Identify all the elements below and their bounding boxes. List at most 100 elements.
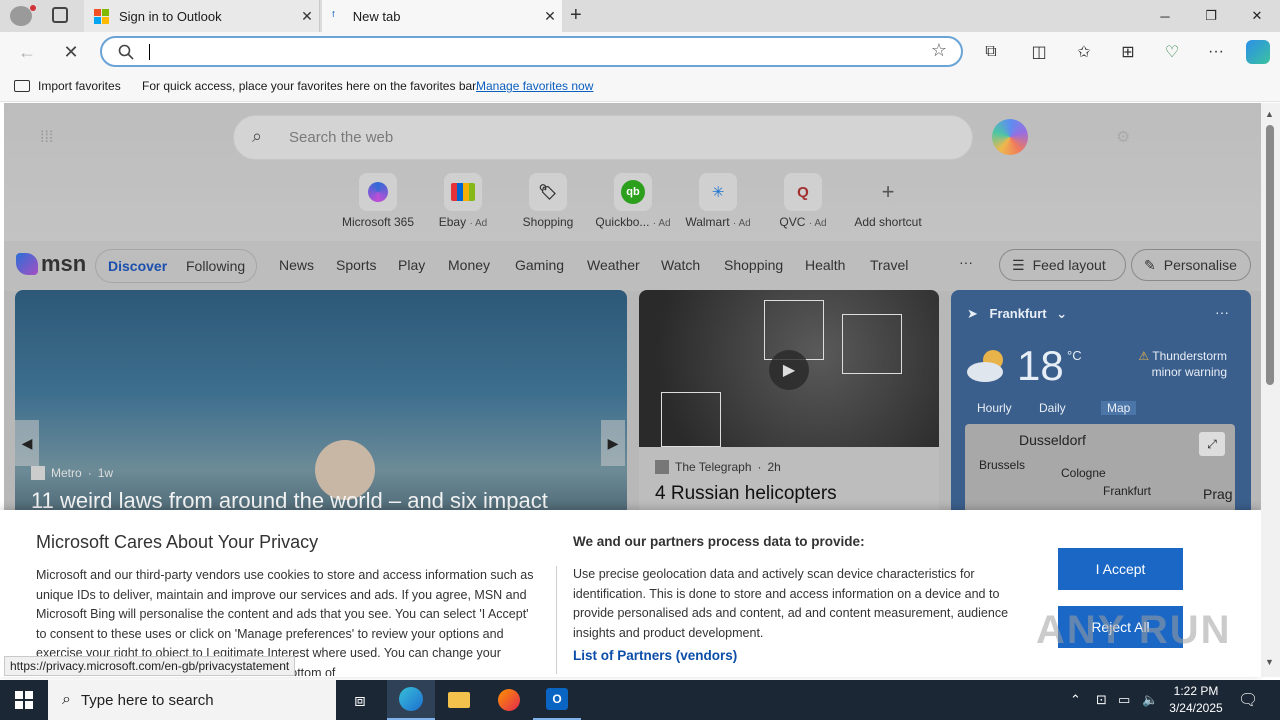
task-view-icon[interactable]: ⧈ (336, 680, 384, 720)
show-hidden-icons[interactable]: ⌃ (1070, 680, 1081, 720)
clock-time: 1:22 PM (1173, 684, 1219, 698)
start-button[interactable] (0, 680, 48, 720)
import-favorites-button[interactable]: Import favorites (14, 79, 121, 93)
warning-triangle-icon: ⚠ (1138, 349, 1150, 363)
firefox-icon[interactable] (485, 680, 533, 720)
nav-gaming[interactable]: Gaming (515, 257, 564, 273)
close-tab-icon[interactable]: ✕ (295, 8, 319, 25)
file-explorer-icon[interactable] (435, 680, 483, 720)
temperature-unit[interactable]: °C (1067, 348, 1082, 363)
status-url-tooltip: https://privacy.microsoft.com/en-gb/priv… (4, 656, 296, 676)
address-input[interactable] (148, 42, 908, 62)
carousel-prev-icon[interactable]: ◀ (15, 420, 39, 466)
nav-more-icon[interactable]: ··· (959, 254, 973, 270)
tab-hourly[interactable]: Hourly (977, 401, 1012, 415)
pill-following[interactable]: Following (186, 258, 245, 274)
pill-discover[interactable]: Discover (108, 258, 167, 274)
collections-icon[interactable]: ⊞ (1112, 38, 1144, 66)
weather-warning[interactable]: ⚠ Thunderstorm minor warning (1126, 348, 1241, 380)
msn-logo[interactable]: msn (16, 251, 86, 277)
quickbooks-icon: qb (614, 173, 652, 211)
network-tray-icon[interactable]: ⊡ (1096, 680, 1107, 720)
extensions-icon[interactable]: ⧉ (975, 38, 1007, 66)
nav-news[interactable]: News (279, 257, 314, 273)
shortcut-quickbooks[interactable]: qb Quickbo... · Ad (593, 173, 673, 229)
tab-daily[interactable]: Daily (1039, 401, 1066, 415)
close-window-button[interactable]: ✕ (1234, 0, 1280, 32)
accept-button[interactable]: I Accept (1058, 548, 1183, 590)
tab-outlook[interactable]: Sign in to Outlook ✕ (84, 0, 320, 32)
system-clock[interactable]: 1:22 PM 3/24/2025 (1160, 683, 1232, 717)
nav-sports[interactable]: Sports (336, 257, 376, 273)
play-icon[interactable]: ▶ (769, 350, 809, 390)
new-tab-plus-icon[interactable]: + (570, 4, 582, 27)
tab-strip: Sign in to Outlook ✕ ᶠ New tab ✕ + ─ ❐ ✕ (0, 0, 1280, 32)
metro-logo-icon (31, 466, 45, 480)
tab-new-tab[interactable]: ᶠ New tab ✕ (322, 0, 562, 32)
favorites-bar: Import favorites For quick access, place… (0, 72, 1280, 102)
personalise-button[interactable]: ✎ Personalise (1131, 249, 1251, 281)
shortcut-walmart[interactable]: ✳ Walmart · Ad (678, 173, 758, 229)
msn-butterfly-icon (16, 253, 38, 275)
network-icon[interactable]: ▭ (1118, 680, 1130, 720)
split-screen-icon[interactable]: ◫ (1023, 38, 1055, 66)
stop-loading-button[interactable]: ✕ (56, 38, 86, 66)
settings-gear-icon[interactable]: ⚙ (1116, 127, 1130, 147)
tab-actions-icon[interactable] (52, 7, 68, 23)
taskbar-search[interactable]: ⌕ Type here to search (48, 680, 336, 720)
weather-more-icon[interactable]: ··· (1215, 304, 1229, 320)
list-of-partners-link[interactable]: List of Partners (vendors) (573, 648, 737, 663)
address-bar[interactable]: ☆ (100, 36, 963, 67)
windows-taskbar: ⌕ Type here to search ⧈ O ⌃ ⊡ ▭ 🔈 1:22 P… (0, 680, 1280, 720)
browser-essentials-icon[interactable]: ♡ (1156, 38, 1188, 66)
copilot-icon[interactable] (1242, 38, 1274, 66)
feed-layout-button[interactable]: ☰ Feed layout (999, 249, 1126, 281)
article-source: Metro · 1w (31, 466, 113, 480)
back-button[interactable]: ← (12, 38, 42, 66)
shortcut-add[interactable]: + Add shortcut (848, 173, 928, 229)
profile-icon[interactable] (10, 6, 32, 26)
temperature: 18 (1017, 342, 1064, 389)
carousel-next-icon[interactable]: ▶ (601, 420, 625, 466)
volume-icon[interactable]: 🔈 (1142, 680, 1158, 720)
restore-button[interactable]: ❐ (1188, 0, 1234, 32)
tab-map[interactable]: Map (1101, 401, 1137, 415)
more-options-icon[interactable]: ··· (1200, 38, 1232, 66)
scroll-down-icon[interactable]: ▼ (1265, 657, 1274, 667)
shortcut-ebay[interactable]: Ebay · Ad (423, 173, 503, 229)
app-launcher-icon[interactable]: ⁞⁞⁞ (40, 129, 53, 147)
shortcut-shopping[interactable]: 🏷 Shopping (508, 173, 588, 229)
plus-icon: + (881, 179, 895, 204)
scrollbar-thumb[interactable] (1266, 125, 1274, 385)
weather-location[interactable]: ➤ Frankfurt ⌄ (967, 306, 1067, 322)
copilot-logo-icon[interactable] (992, 119, 1028, 155)
page-scrollbar[interactable]: ▲ ▼ (1261, 103, 1280, 677)
nav-shopping[interactable]: Shopping (724, 257, 783, 273)
nav-watch[interactable]: Watch (661, 257, 700, 273)
article-headline[interactable]: 4 Russian helicopters (655, 483, 837, 505)
nav-weather[interactable]: Weather (587, 257, 640, 273)
anyrun-watermark: ANY RUN (1036, 608, 1232, 652)
edge-taskbar-icon[interactable] (387, 680, 435, 720)
shortcut-label: Ebay (438, 215, 467, 229)
shortcut-microsoft-365[interactable]: Microsoft 365 (338, 173, 418, 229)
notifications-icon[interactable]: 🗨 (1238, 680, 1258, 720)
favorites-icon[interactable]: ✩ (1068, 38, 1100, 66)
scroll-up-icon[interactable]: ▲ (1265, 109, 1274, 119)
divider (556, 566, 557, 674)
privacy-consent-banner: Microsoft Cares About Your Privacy Micro… (0, 510, 1261, 677)
minimize-button[interactable]: ─ (1142, 0, 1188, 32)
expand-map-icon[interactable]: ⤢ (1199, 432, 1225, 456)
nav-health[interactable]: Health (805, 257, 845, 273)
feed-toggle: Discover Following (95, 249, 257, 283)
close-tab-icon[interactable]: ✕ (538, 8, 562, 25)
favorite-star-icon[interactable]: ☆ (931, 40, 947, 61)
web-search-box[interactable]: ⌕ Search the web (233, 115, 973, 160)
article-source: The Telegraph · 2h (655, 460, 781, 474)
nav-travel[interactable]: Travel (870, 257, 908, 273)
manage-favorites-link[interactable]: Manage favorites now (476, 79, 593, 93)
nav-money[interactable]: Money (448, 257, 490, 273)
outlook-icon[interactable]: O (533, 680, 581, 720)
nav-play[interactable]: Play (398, 257, 425, 273)
shortcut-qvc[interactable]: Q QVC · Ad (763, 173, 843, 229)
